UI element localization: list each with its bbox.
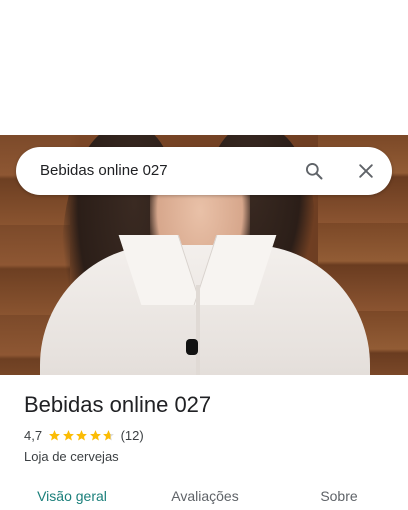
rating-row[interactable]: 4,7 (12): [24, 428, 144, 443]
star-icon: [62, 430, 74, 441]
star-icon: [49, 430, 60, 441]
review-count[interactable]: (12): [121, 428, 144, 443]
close-icon[interactable]: [356, 161, 376, 181]
tab-overview[interactable]: Visão geral: [0, 480, 140, 510]
tab-about[interactable]: Sobre: [270, 480, 408, 510]
search-bar[interactable]: Bebidas online 027: [16, 147, 392, 195]
photo-placket: [196, 285, 200, 375]
place-title: Bebidas online 027: [24, 392, 212, 417]
tab-bar: Visão geral Avaliações Sobre: [0, 480, 408, 510]
photo-microphone: [186, 339, 198, 355]
search-input[interactable]: Bebidas online 027: [40, 147, 168, 195]
top-blank-area: [0, 0, 408, 135]
search-icon[interactable]: [304, 161, 324, 181]
tab-reviews[interactable]: Avaliações: [140, 480, 270, 510]
star-icon: [103, 430, 114, 441]
star-icon: [76, 430, 87, 441]
rating-value: 4,7: [24, 428, 43, 443]
star-icon: [89, 430, 101, 441]
star-rating: [48, 429, 116, 442]
place-category[interactable]: Loja de cervejas: [24, 449, 119, 464]
